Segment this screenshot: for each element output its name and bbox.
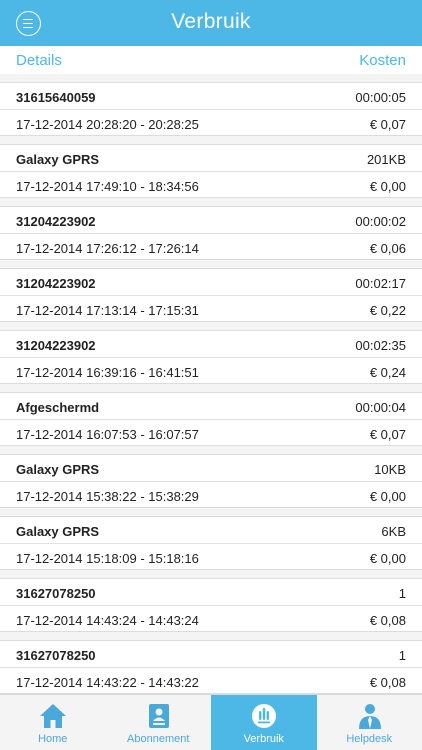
entry-name: 31615640059 (16, 90, 96, 105)
header-bar: Verbruik (0, 0, 422, 46)
tab-helpdesk[interactable]: Helpdesk (317, 695, 422, 750)
entry-time: 17-12-2014 16:07:53 - 16:07:57 (16, 427, 199, 442)
list-item[interactable]: Galaxy GPRS 6KB 17-12-2014 15:18:09 - 15:… (0, 516, 422, 570)
entry-amount: 00:02:17 (355, 276, 406, 291)
entry-cost: € 0,08 (369, 613, 406, 628)
tab-home[interactable]: Home (0, 695, 106, 750)
entry-name: 31204223902 (16, 214, 96, 229)
entry-time: 17-12-2014 16:39:16 - 16:41:51 (16, 365, 199, 380)
entry-cost: € 0,08 (369, 675, 406, 690)
list-item[interactable]: 31627078250 1 17-12-2014 14:43:24 - 14:43… (0, 578, 422, 632)
entry-cost: € 0,07 (369, 427, 406, 442)
entry-amount: 10KB (374, 462, 406, 477)
entry-cost: € 0,06 (369, 241, 406, 256)
entry-name: Afgeschermd (16, 400, 100, 415)
entry-amount: 201KB (366, 152, 406, 167)
entry-amount: 6KB (381, 524, 406, 539)
tab-bar: Home Abonnement Verbruik Helpdesk (0, 694, 422, 750)
list-item[interactable]: 31204223902 00:02:17 17-12-2014 17:13:14 … (0, 268, 422, 322)
entry-time: 17-12-2014 17:26:12 - 17:26:14 (16, 241, 199, 256)
contract-icon (148, 704, 169, 728)
entry-cost: € 0,00 (369, 489, 406, 504)
entry-time: 17-12-2014 14:43:22 - 14:43:22 (16, 675, 199, 690)
entry-time: 17-12-2014 20:28:20 - 20:28:25 (16, 117, 199, 132)
list-item[interactable]: Afgeschermd 00:00:04 17-12-2014 16:07:53 … (0, 392, 422, 446)
entry-time: 17-12-2014 15:18:09 - 15:18:16 (16, 551, 199, 566)
entry-amount: 1 (398, 648, 406, 663)
entry-cost: € 0,22 (369, 303, 406, 318)
entry-amount: 00:00:02 (355, 214, 406, 229)
entry-name: Galaxy GPRS (16, 152, 100, 167)
entry-name: Galaxy GPRS (16, 524, 100, 539)
entry-name: 31204223902 (16, 276, 96, 291)
home-icon (40, 704, 66, 728)
entry-cost: € 0,00 (369, 551, 406, 566)
entry-amount: 00:00:04 (355, 400, 406, 415)
entry-amount: 00:00:05 (355, 90, 406, 105)
list-item[interactable]: Galaxy GPRS 10KB 17-12-2014 15:38:22 - 15… (0, 454, 422, 508)
entry-time: 17-12-2014 17:49:10 - 18:34:56 (16, 179, 199, 194)
entry-name: Galaxy GPRS (16, 462, 100, 477)
tab-label: Home (38, 733, 68, 745)
support-agent-icon (358, 704, 381, 729)
entry-cost: € 0,07 (369, 117, 406, 132)
list-item[interactable]: 31627078250 1 17-12-2014 14:43:22 - 14:43… (0, 640, 422, 694)
tab-label: Verbruik (243, 733, 284, 745)
entry-time: 17-12-2014 14:43:24 - 14:43:24 (16, 613, 199, 628)
entry-time: 17-12-2014 17:13:14 - 17:15:31 (16, 303, 199, 318)
list-item[interactable]: 31204223902 00:02:35 17-12-2014 16:39:16 … (0, 330, 422, 384)
entry-name: 31627078250 (16, 586, 96, 601)
page-title: Verbruik (171, 10, 251, 33)
usage-list[interactable]: 31615640059 00:00:05 17-12-2014 20:28:20 … (0, 74, 422, 694)
column-header-details: Details (16, 52, 62, 69)
column-header-costs: Kosten (359, 52, 406, 69)
entry-cost: € 0,24 (369, 365, 406, 380)
entry-amount: 1 (398, 586, 406, 601)
tab-label: Abonnement (127, 733, 190, 745)
tab-abonnement[interactable]: Abonnement (106, 695, 212, 750)
entry-time: 17-12-2014 15:38:22 - 15:38:29 (16, 489, 199, 504)
usage-icon (252, 704, 276, 728)
entry-name: 31204223902 (16, 338, 96, 353)
entry-cost: € 0,00 (369, 179, 406, 194)
column-headers: Details Kosten (0, 46, 422, 74)
tab-verbruik[interactable]: Verbruik (211, 695, 317, 750)
entry-name: 31627078250 (16, 648, 96, 663)
tab-label: Helpdesk (346, 733, 393, 745)
list-item[interactable]: 31615640059 00:00:05 17-12-2014 20:28:20 … (0, 82, 422, 136)
list-item[interactable]: 31204223902 00:00:02 17-12-2014 17:26:12 … (0, 206, 422, 260)
entry-amount: 00:02:35 (355, 338, 406, 353)
list-item[interactable]: Galaxy GPRS 201KB 17-12-2014 17:49:10 - 1… (0, 144, 422, 198)
